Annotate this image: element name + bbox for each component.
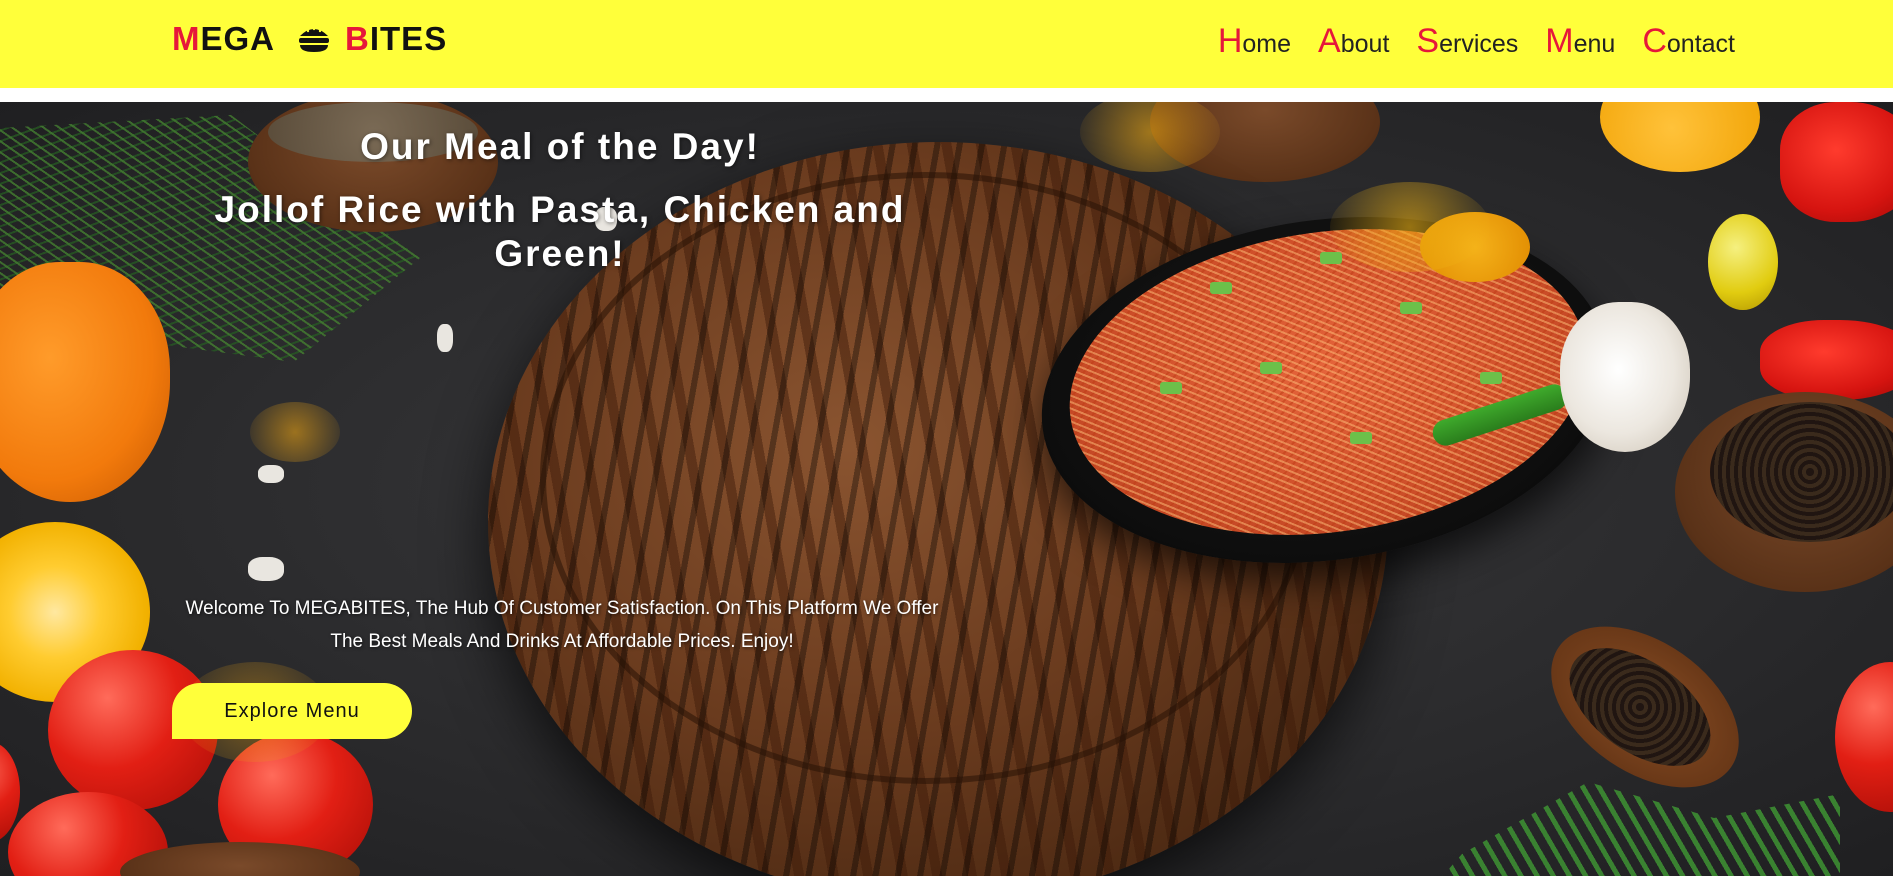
scallion-decoration <box>1160 382 1182 394</box>
spice-dust-decoration <box>250 402 340 462</box>
nav-services[interactable]: Services <box>1416 22 1518 61</box>
garlic-decoration <box>1560 302 1690 452</box>
hero-title: Our Meal of the Day! <box>360 126 760 167</box>
yellow-tomato-decoration <box>1708 214 1778 310</box>
scallion-decoration <box>1350 432 1372 444</box>
logo-letter-m: M <box>172 20 201 57</box>
welcome-line-2: The Best Meals And Drinks At Affordable … <box>330 631 794 652</box>
red-pepper-decoration <box>1780 102 1893 222</box>
orange-pepper-decoration <box>0 262 170 502</box>
nav-menu[interactable]: Menu <box>1545 22 1615 61</box>
nav-contact[interactable]: Contact <box>1642 22 1735 61</box>
logo-text-ites: ITES <box>369 20 448 57</box>
parsley-decoration <box>1420 782 1840 876</box>
site-header: M EGA B ITES Home About Services Menu Cont… <box>0 0 1893 88</box>
scallion-decoration <box>1320 252 1342 264</box>
nav-about-label: bout <box>1340 30 1390 58</box>
spice-dust-decoration <box>1330 182 1490 272</box>
logo-text-ega: EGA <box>200 20 276 57</box>
nav-services-label: ervices <box>1439 30 1519 58</box>
nav-home-initial: H <box>1217 22 1243 60</box>
main-nav: Home About Services Menu Contact <box>1218 22 1735 61</box>
site-logo[interactable]: M EGA B ITES <box>172 20 447 58</box>
scallion-decoration <box>1210 282 1232 294</box>
logo-letter-b: B <box>345 20 370 57</box>
nav-about[interactable]: About <box>1318 22 1389 61</box>
nav-about-initial: A <box>1318 22 1341 60</box>
header-divider <box>0 88 1893 102</box>
explore-menu-button[interactable]: Explore Menu <box>172 683 412 739</box>
nav-menu-label: enu <box>1573 30 1616 58</box>
salt-crystal-decoration <box>437 324 453 352</box>
nav-home-label: ome <box>1242 30 1292 58</box>
scallion-decoration <box>1400 302 1422 314</box>
nav-contact-initial: C <box>1642 22 1667 60</box>
nav-menu-initial: M <box>1545 22 1574 60</box>
lemon-top-decoration <box>1600 102 1760 172</box>
hero-section: Our Meal of the Day! Jollof Rice with Pa… <box>0 102 1893 876</box>
nav-home[interactable]: Home <box>1218 22 1291 61</box>
red-pepper-decoration <box>1760 320 1893 400</box>
hero-welcome-text: Welcome To MEGABITES, The Hub Of Custome… <box>172 592 952 658</box>
scallion-decoration <box>1260 362 1282 374</box>
tomato-decoration <box>1835 662 1893 812</box>
nav-contact-label: ontact <box>1666 30 1735 58</box>
salt-crystal-decoration <box>248 557 284 581</box>
welcome-line-1: Welcome To MEGABITES, The Hub Of Custome… <box>185 598 939 619</box>
hero-subtitle: Jollof Rice with Pasta, Chicken and Gree… <box>214 189 906 274</box>
burger-icon <box>297 24 331 54</box>
nav-services-initial: S <box>1416 22 1440 60</box>
scallion-decoration <box>1480 372 1502 384</box>
salt-crystal-decoration <box>258 465 284 483</box>
